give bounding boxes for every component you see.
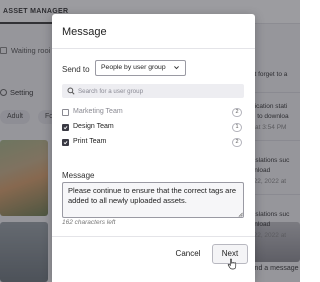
checkmark-icon — [63, 126, 68, 130]
print-team-checkbox[interactable] — [62, 139, 69, 146]
dialog-title: Message — [62, 26, 107, 38]
send-to-selected-value: People by user group — [101, 64, 166, 71]
group-search-input[interactable] — [78, 84, 238, 98]
divider — [52, 236, 255, 237]
message-textarea[interactable]: Please continue to ensure that the corre… — [62, 182, 244, 218]
group-option-print-team[interactable]: Print Team 2 — [62, 137, 244, 149]
group-option-design-team[interactable]: Design Team 1 — [62, 122, 244, 134]
cancel-button[interactable]: Cancel — [168, 244, 208, 264]
chevron-down-icon — [174, 66, 179, 70]
send-to-select[interactable]: People by user group — [95, 60, 186, 76]
group-member-count: 2 — [232, 138, 242, 147]
message-label: Message — [62, 171, 95, 180]
group-option-marketing-team[interactable]: Marketing Team 2 — [62, 107, 244, 119]
divider — [52, 48, 255, 49]
group-member-count: 2 — [232, 108, 242, 117]
search-icon — [67, 87, 75, 95]
message-dialog: Message Send to People by user group Mar… — [52, 14, 255, 282]
hand-cursor-icon — [227, 258, 237, 270]
checkmark-icon — [63, 141, 68, 145]
group-search-field[interactable] — [62, 84, 244, 98]
resize-handle-icon[interactable] — [238, 212, 243, 217]
group-name: Design Team — [73, 123, 114, 130]
design-team-checkbox[interactable] — [62, 124, 69, 131]
group-name: Marketing Team — [73, 108, 123, 115]
group-name: Print Team — [73, 138, 107, 145]
characters-left-counter: 162 characters left — [62, 219, 116, 226]
send-to-label: Send to — [62, 65, 90, 74]
marketing-team-checkbox[interactable] — [62, 109, 69, 116]
group-member-count: 1 — [232, 123, 242, 132]
